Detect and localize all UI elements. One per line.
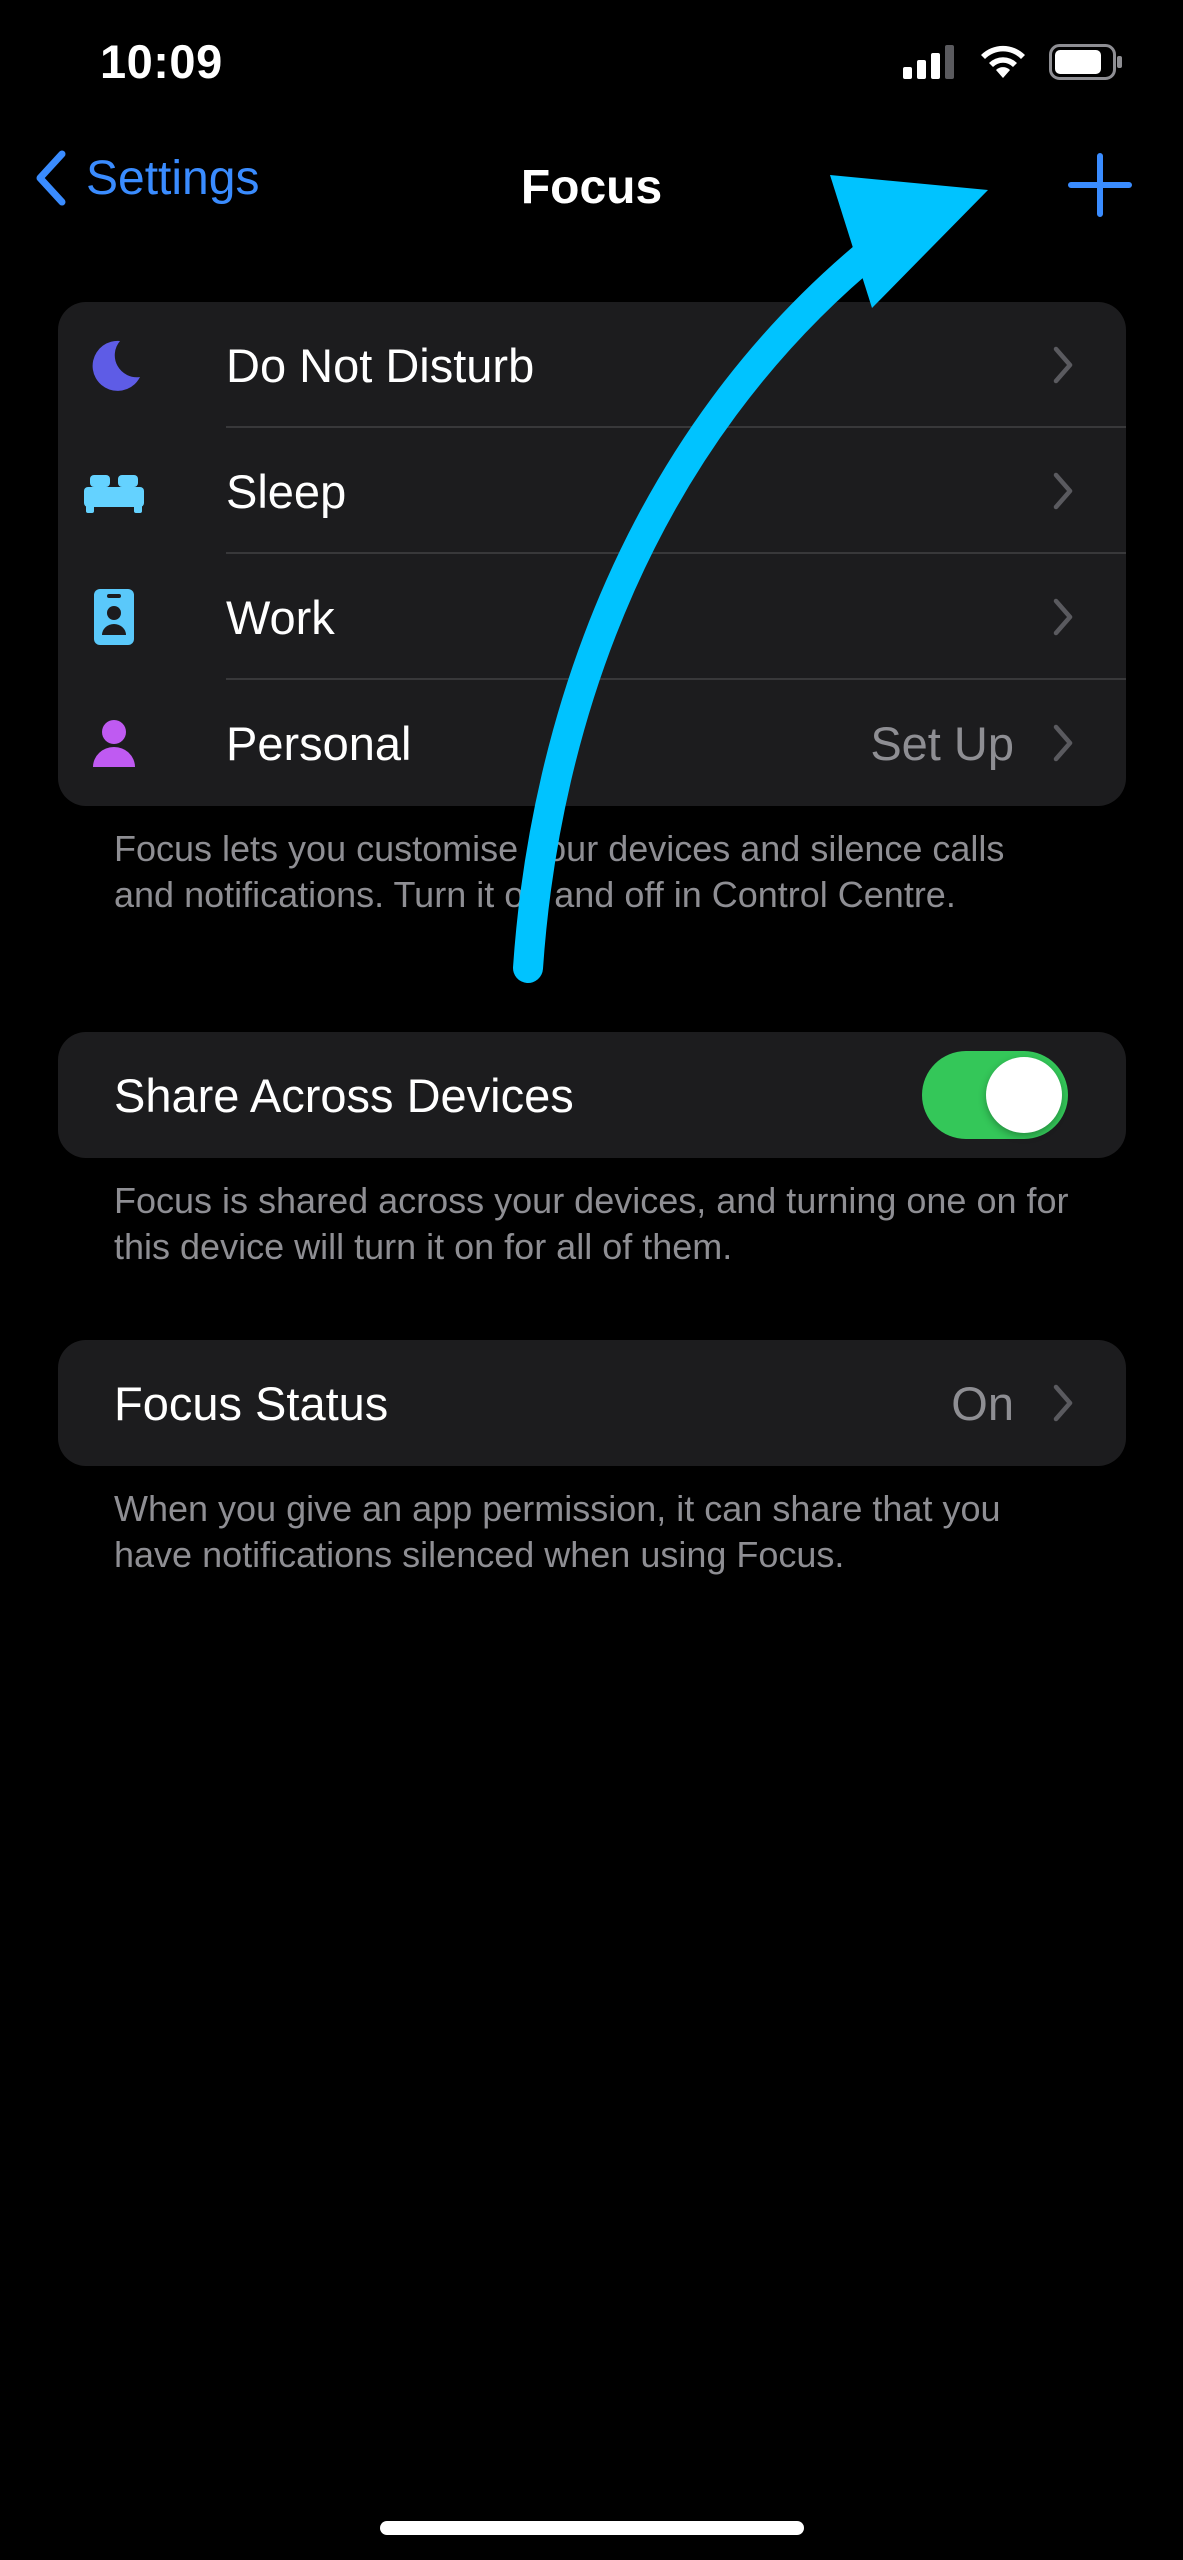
focus-status-label: Focus Status	[114, 1376, 389, 1430]
chevron-right-icon	[1053, 346, 1073, 384]
chevron-right-icon	[1053, 724, 1073, 762]
add-focus-button[interactable]	[1065, 150, 1135, 220]
focus-status-footer-text: When you give an app permission, it can …	[114, 1488, 1001, 1575]
home-indicator	[380, 2521, 804, 2535]
share-label: Share Across Devices	[114, 1068, 574, 1122]
status-icons	[903, 44, 1123, 80]
bed-icon	[82, 459, 146, 523]
share-group: Share Across Devices	[58, 1032, 1126, 1158]
wifi-icon	[981, 45, 1025, 78]
page-title: Focus	[520, 161, 663, 214]
focus-status-group: Focus Status On	[58, 1340, 1126, 1466]
id-badge-icon	[82, 585, 146, 649]
focus-status-value: On	[951, 1376, 1014, 1430]
battery-icon	[1049, 44, 1122, 80]
share-across-devices-toggle[interactable]	[922, 1051, 1068, 1139]
chevron-right-icon	[1053, 1384, 1073, 1422]
toggle-knob	[986, 1057, 1062, 1133]
focus-mode-label: Sleep	[226, 464, 347, 518]
focus-mode-do-not-disturb[interactable]: Do Not Disturb	[58, 302, 1126, 428]
moon-icon	[82, 333, 146, 397]
cellular-signal-icon	[903, 45, 954, 79]
focus-modes-list: Do Not Disturb Sleep Work Personal Set U…	[58, 302, 1126, 806]
focus-mode-label: Personal	[226, 716, 412, 770]
status-time: 10:09	[100, 35, 223, 88]
focus-mode-personal[interactable]: Personal Set Up	[58, 680, 1126, 806]
focus-footer-text: Focus lets you customise your devices an…	[114, 828, 1005, 915]
setup-value: Set Up	[870, 716, 1014, 770]
focus-mode-label: Do Not Disturb	[226, 338, 535, 392]
share-across-devices-row: Share Across Devices	[58, 1032, 1126, 1158]
focus-mode-sleep[interactable]: Sleep	[58, 428, 1126, 554]
person-icon	[82, 711, 146, 775]
focus-mode-work[interactable]: Work	[58, 554, 1126, 680]
chevron-right-icon	[1053, 472, 1073, 510]
share-footer-text: Focus is shared across your devices, and…	[114, 1180, 1069, 1267]
chevron-right-icon	[1053, 598, 1073, 636]
focus-status-row[interactable]: Focus Status On	[58, 1340, 1126, 1466]
focus-mode-label: Work	[226, 590, 335, 644]
